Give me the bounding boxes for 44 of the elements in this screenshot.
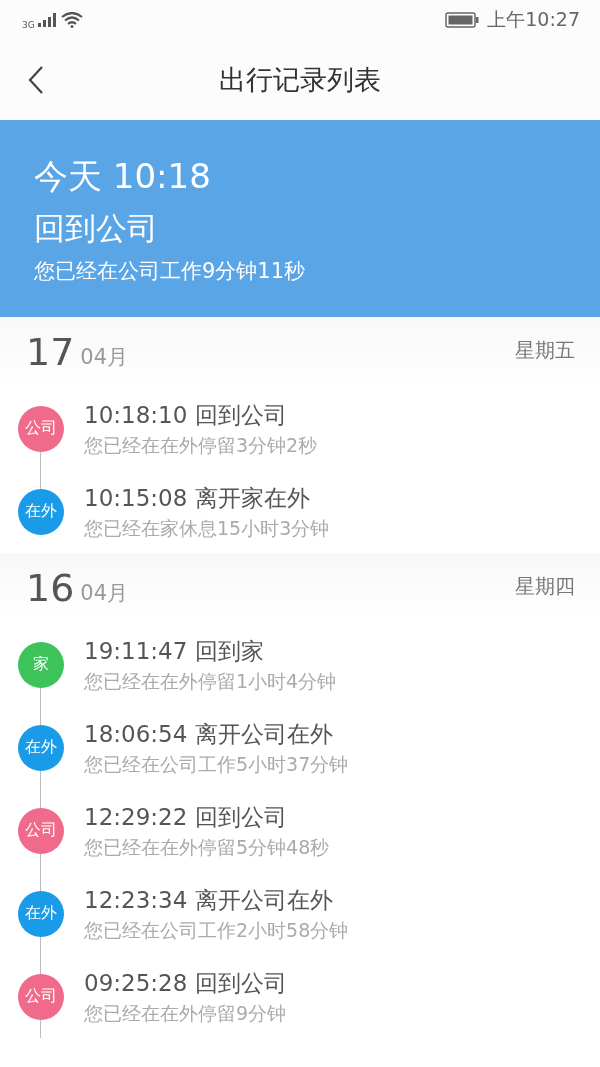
place-badge: 公司 — [18, 807, 64, 854]
back-icon[interactable] — [28, 66, 44, 94]
place-badge: 在外 — [18, 488, 64, 535]
place-badge: 在外 — [18, 890, 64, 937]
place-badge: 家 — [18, 641, 64, 688]
banner-status: 回到公司 — [34, 209, 159, 248]
place-badge: 在外 — [18, 724, 64, 771]
banner-detail: 您已经在公司工作9分钟11秒 — [34, 258, 307, 285]
wifi-icon — [60, 12, 83, 28]
record-detail: 您已经在在外停留1小时4分钟 — [84, 668, 337, 694]
weekday-label: 星期五 — [515, 336, 575, 364]
record-detail: 您已经在家休息15小时3分钟 — [84, 515, 330, 541]
month-label: 04月 — [80, 580, 129, 607]
record-detail: 您已经在在外停留5分钟48秒 — [84, 834, 330, 860]
weekday-label: 星期四 — [515, 572, 575, 600]
record-title: 12:29:22 回到公司 — [84, 802, 288, 832]
record-detail: 您已经在公司工作5小时37分钟 — [84, 751, 349, 777]
day-number: 17 — [26, 330, 75, 374]
record-item[interactable]: 家 19:11:47 回到家 您已经在在外停留1小时4分钟 — [0, 623, 600, 706]
record-detail: 您已经在在外停留9分钟 — [84, 1000, 287, 1026]
record-title: 10:18:10 回到公司 — [84, 400, 288, 430]
record-detail: 您已经在公司工作2小时58分钟 — [84, 917, 349, 943]
battery-icon — [445, 12, 480, 28]
record-title: 18:06:54 离开公司在外 — [84, 719, 334, 749]
record-item[interactable]: 在外 12:23:34 离开公司在外 您已经在公司工作2小时58分钟 — [0, 872, 600, 955]
record-item[interactable]: 在外 18:06:54 离开公司在外 您已经在公司工作5小时37分钟 — [0, 706, 600, 789]
record-title: 10:15:08 离开家在外 — [84, 483, 311, 513]
record-title: 09:25:28 回到公司 — [84, 968, 287, 998]
record-title: 12:23:34 离开公司在外 — [84, 885, 334, 915]
record-item[interactable]: 公司 09:25:28 回到公司 您已经在在外停留9分钟 — [0, 955, 600, 1038]
place-badge: 公司 — [18, 405, 64, 452]
network-label: 3G — [22, 20, 35, 30]
status-time: 上午10:27 — [487, 7, 580, 32]
page-title: 出行记录列表 — [219, 63, 381, 97]
record-detail: 您已经在在外停留3分钟2秒 — [84, 432, 318, 458]
record-item[interactable]: 公司 10:18:10 回到公司 您已经在在外停留3分钟2秒 — [0, 387, 600, 470]
banner-time: 今天 10:18 — [34, 155, 212, 198]
record-item[interactable]: 公司 12:29:22 回到公司 您已经在在外停留5分钟48秒 — [0, 789, 600, 872]
signal-icon — [37, 13, 58, 27]
record-title: 19:11:47 回到家 — [84, 636, 265, 666]
day-number: 16 — [26, 566, 75, 610]
month-label: 04月 — [80, 344, 129, 371]
record-item[interactable]: 在外 10:15:08 离开家在外 您已经在家休息15小时3分钟 — [0, 470, 600, 553]
place-badge: 公司 — [18, 973, 64, 1020]
